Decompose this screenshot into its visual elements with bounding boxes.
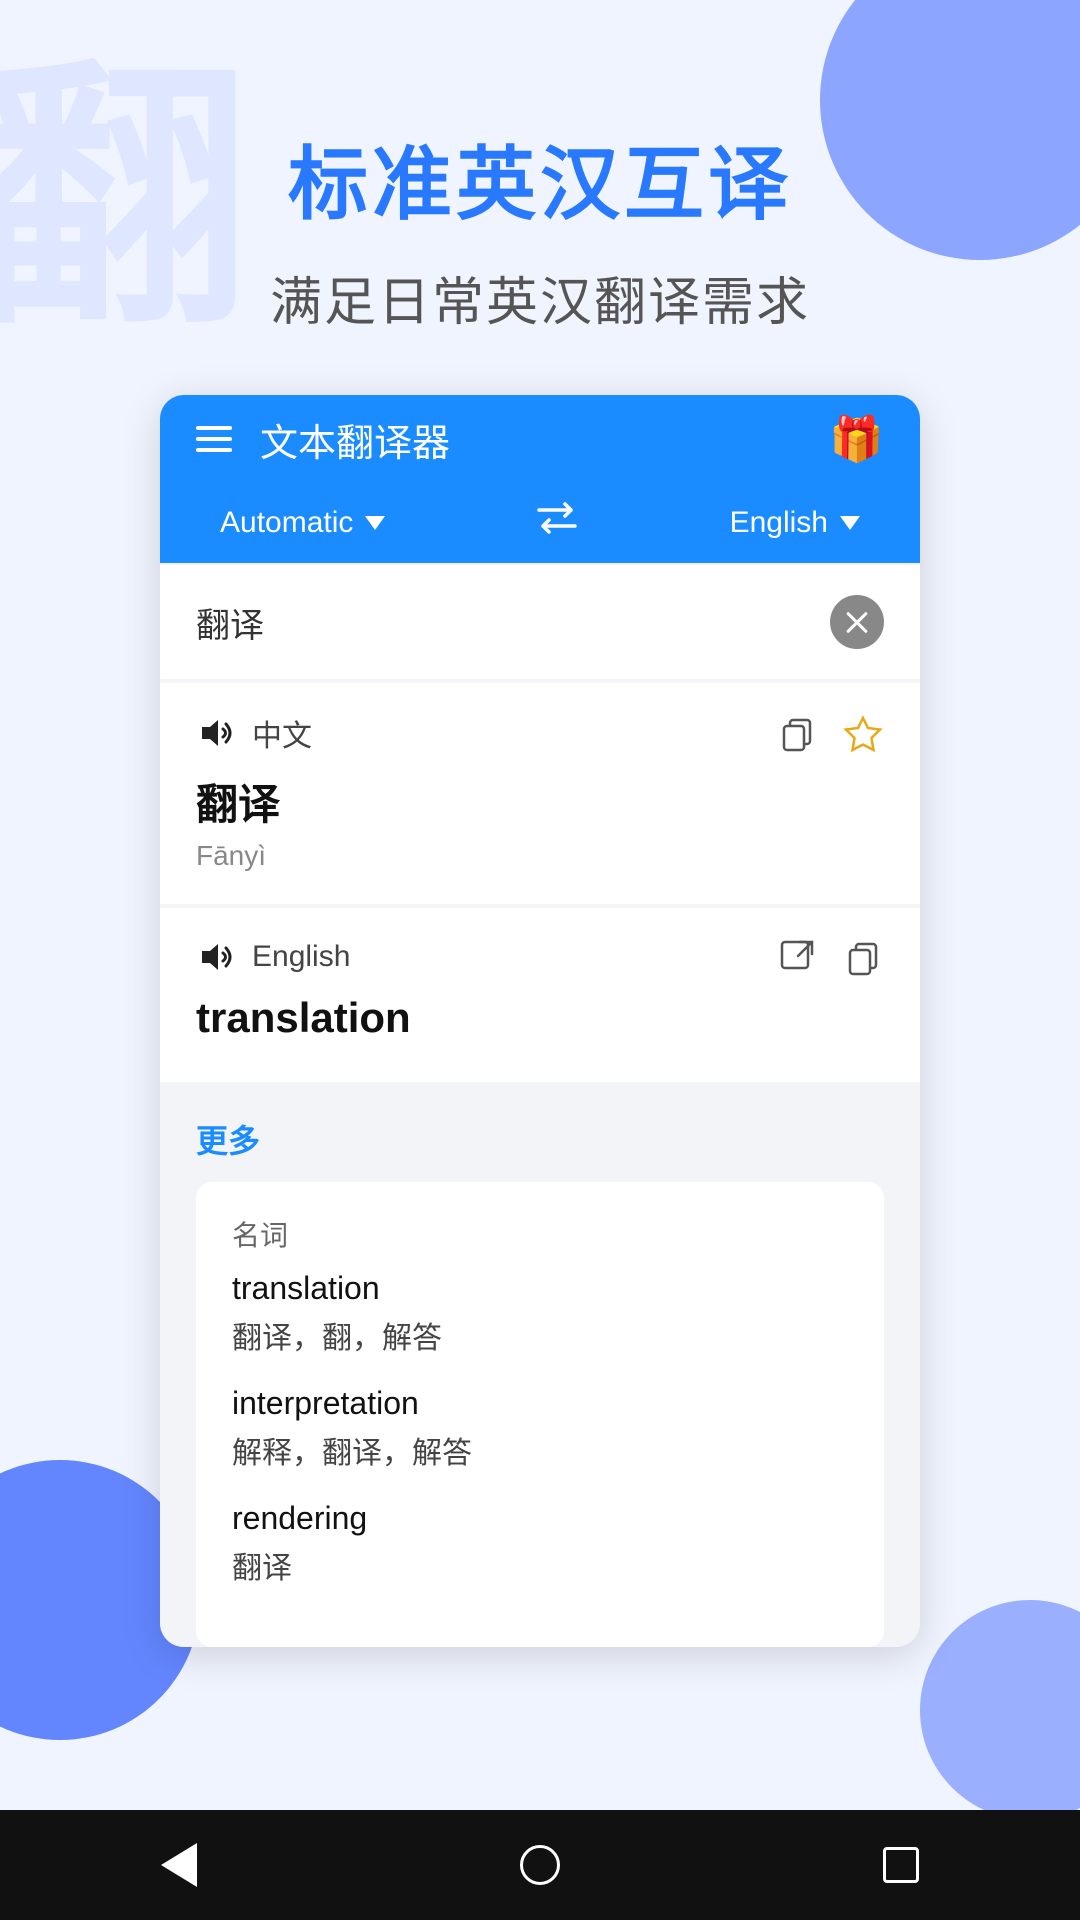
nav-back-button[interactable] [161,1843,197,1887]
english-lang-label: English [196,937,350,977]
english-result-card: English [160,908,920,1082]
more-card: 名词 translation 翻译，翻，解答 interpretation 解释… [196,1182,884,1647]
english-lang-name: English [252,940,350,974]
english-result-actions [776,936,884,978]
favorite-chinese-button[interactable] [842,712,884,754]
hamburger-menu-button[interactable] [196,426,232,452]
nav-home-button[interactable] [520,1845,560,1885]
copy-chinese-button[interactable] [776,712,818,754]
open-english-button[interactable] [776,936,818,978]
swap-languages-button[interactable] [533,500,581,546]
chinese-lang-name: 中文 [252,711,312,755]
chinese-lang-label: 中文 [196,711,312,755]
source-lang-arrow-icon [365,516,385,530]
more-entry-2-meaning: 解释，翻译，解答 [232,1428,848,1472]
clear-button[interactable] [830,595,884,649]
input-text[interactable]: 翻译 [196,598,830,647]
more-entry-2: interpretation 解释，翻译，解答 [232,1385,848,1472]
more-entry-1: translation 翻译，翻，解答 [232,1270,848,1357]
english-speaker-button[interactable] [196,937,236,977]
more-entry-1-meaning: 翻译，翻，解答 [232,1313,848,1357]
more-entry-3: rendering 翻译 [232,1500,848,1587]
hero-subtitle: 满足日常英汉翻译需求 [270,260,810,335]
chinese-result-card: 中文 翻译 Fānyì [160,683,920,904]
nav-recent-icon [883,1847,919,1883]
hero-title: 标准英汉互译 [288,120,792,236]
english-result-word: translation [196,994,884,1042]
chinese-result-actions [776,712,884,754]
nav-home-icon [520,1845,560,1885]
app-header: 文本翻译器 🎁 [160,395,920,483]
language-bar: Automatic English [160,483,920,563]
target-language-button[interactable]: English [730,506,860,540]
target-lang-arrow-icon [840,516,860,530]
more-entry-3-word: rendering [232,1500,848,1537]
app-title: 文本翻译器 [260,412,829,467]
copy-english-button[interactable] [842,936,884,978]
bottom-nav [0,1810,1080,1920]
english-result-header: English [196,936,884,978]
app-card: 文本翻译器 🎁 Automatic English 翻译 [160,395,920,1647]
nav-back-icon [161,1843,197,1887]
source-language-button[interactable]: Automatic [220,506,385,540]
more-entry-3-meaning: 翻译 [232,1543,848,1587]
more-entry-2-word: interpretation [232,1385,848,1422]
more-section: 更多 名词 translation 翻译，翻，解答 interpretation… [160,1086,920,1647]
gift-icon[interactable]: 🎁 [829,413,884,465]
chinese-result-word: 翻译 [196,771,884,832]
nav-recent-button[interactable] [883,1847,919,1883]
more-label: 更多 [196,1116,884,1162]
chinese-speaker-button[interactable] [196,713,236,753]
more-entry-1-word: translation [232,1270,848,1307]
chinese-result-pinyin: Fānyì [196,840,884,872]
chinese-result-header: 中文 [196,711,884,755]
content-wrapper: 标准英汉互译 满足日常英汉翻译需求 文本翻译器 🎁 Automatic [0,0,1080,1920]
more-category: 名词 [232,1214,848,1254]
input-section: 翻译 [160,565,920,679]
